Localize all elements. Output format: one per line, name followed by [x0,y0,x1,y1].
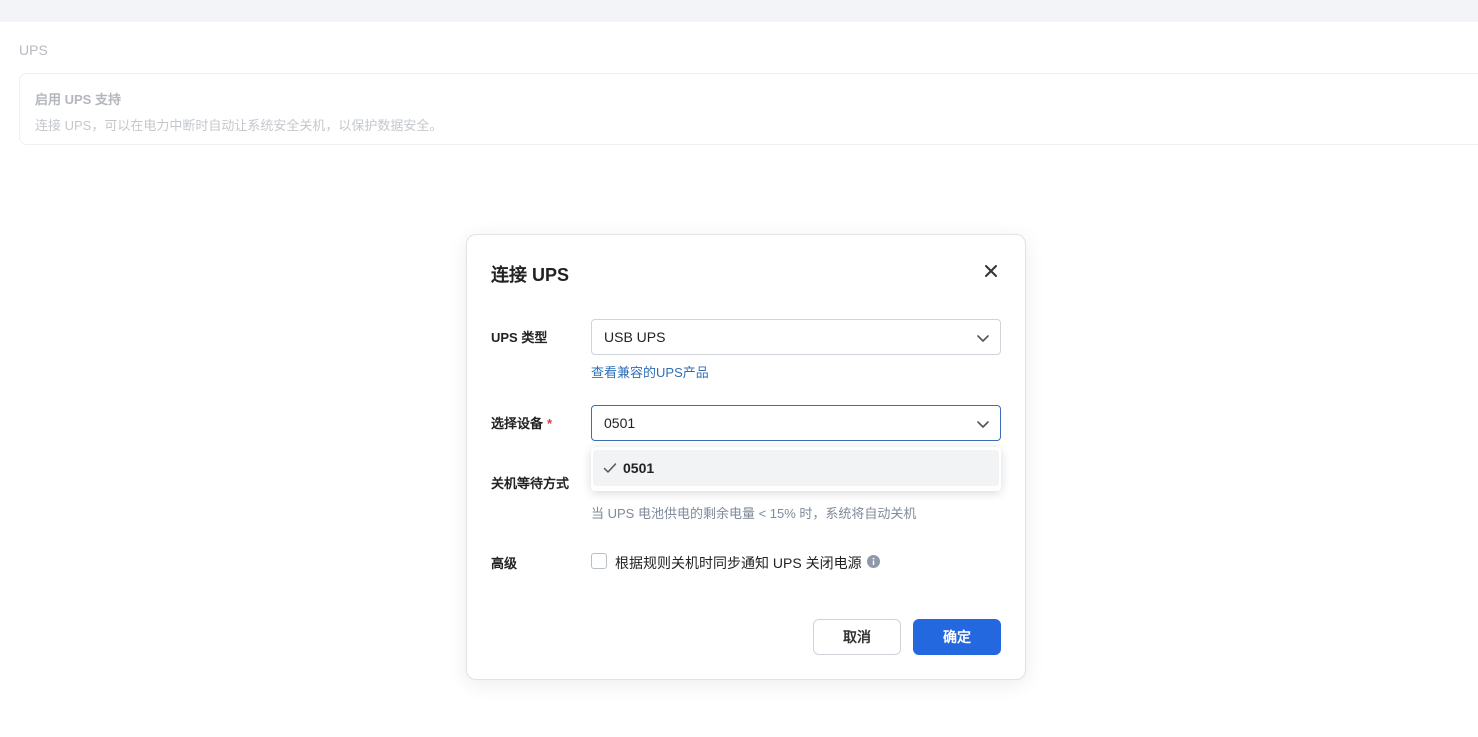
ups-support-card: 启用 UPS 支持 连接 UPS，可以在电力中断时自动让系统安全关机，以保护数据… [19,73,1478,145]
close-button[interactable] [983,263,999,279]
dropdown-option-0501[interactable]: 0501 [593,450,999,486]
top-bar [0,0,1478,22]
card-title: 启用 UPS 支持 [35,92,121,107]
dropdown-option-label: 0501 [623,460,655,476]
close-icon [985,265,997,277]
ups-type-select[interactable]: USB UPS [591,319,1001,355]
device-value: 0501 [604,415,636,431]
ups-type-label: UPS 类型 [491,330,548,345]
shutdown-hint: 当 UPS 电池供电的剩余电量 < 15% 时，系统将自动关机 [591,506,917,521]
device-dropdown: 0501 [591,447,1001,491]
chevron-down-icon [977,335,989,342]
required-mark: * [547,416,553,431]
device-select[interactable]: 0501 [591,405,1001,441]
connect-ups-dialog: 连接 UPS UPS 类型 USB UPS 查看兼容的UPS产品 选择设备 * 0… [466,234,1026,680]
device-label-text: 选择设备 [491,416,544,431]
compat-link-row: 查看兼容的UPS产品 [591,362,709,381]
cancel-button[interactable]: 取消 [813,619,901,655]
dialog-title: 连接 UPS [491,265,570,285]
ups-type-value: USB UPS [604,329,666,345]
notify-ups-checkbox-label[interactable]: 根据规则关机时同步通知 UPS 关闭电源 [615,553,862,573]
advanced-label: 高级 [491,556,518,571]
compat-ups-link[interactable]: 兼容的UPS产品 [617,365,709,380]
info-icon[interactable] [867,555,880,568]
chevron-down-icon [977,421,989,428]
compat-link-prefix: 查看 [591,365,618,380]
page-section-title: UPS [19,42,48,58]
device-label: 选择设备 * [491,413,552,432]
shutdown-label: 关机等待方式 [491,476,570,491]
check-icon [603,463,617,473]
confirm-button[interactable]: 确定 [913,619,1001,655]
notify-ups-checkbox[interactable] [591,553,607,569]
card-description: 连接 UPS，可以在电力中断时自动让系统安全关机，以保护数据安全。 [35,118,443,133]
